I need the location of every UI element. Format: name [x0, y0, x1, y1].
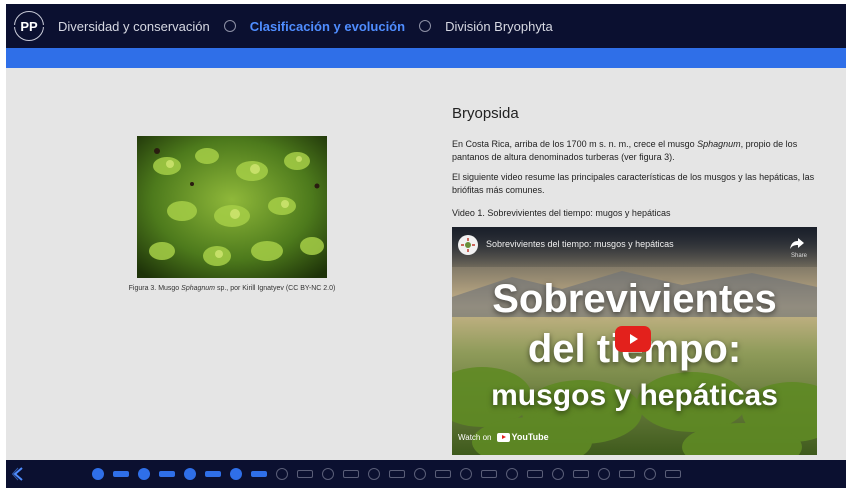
youtube-video-player[interactable]: Sobrevivientes del tiempo: musgos y hepá…: [452, 227, 817, 455]
video-headline-line1: Sobrevivientes: [492, 277, 777, 321]
back-chevron-icon[interactable]: [12, 467, 26, 481]
progress-step-dot[interactable]: [552, 468, 564, 480]
progress-step-dash[interactable]: [665, 470, 681, 478]
breadcrumb-clasificacion[interactable]: Clasificación y evolución: [250, 19, 405, 34]
progress-step-dot[interactable]: [460, 468, 472, 480]
progress-step-dash[interactable]: [619, 470, 635, 478]
figure-caption: Figura 3. Musgo Sphagnum sp., por Kirill…: [128, 285, 336, 292]
video-headline-line3: musgos y hepáticas: [491, 379, 778, 412]
channel-avatar-icon[interactable]: [458, 235, 478, 255]
breadcrumb-diversidad[interactable]: Diversidad y conservación: [58, 19, 210, 34]
sphagnum-moss-photo: [137, 136, 327, 278]
logo[interactable]: PP: [11, 11, 47, 41]
paragraph-sphagnum: En Costa Rica, arriba de los 1700 m s. n…: [452, 139, 798, 162]
top-navigation: PP Diversidad y conservación Clasificaci…: [6, 4, 846, 48]
youtube-label: YouTube: [511, 432, 549, 442]
progress-step-dot[interactable]: [368, 468, 380, 480]
progress-step-dash[interactable]: [251, 471, 267, 477]
progress-step-dash[interactable]: [113, 471, 129, 477]
bottom-navigation: [6, 460, 846, 488]
play-icon: [630, 334, 638, 344]
share-icon[interactable]: [789, 235, 805, 251]
youtube-logo-icon: [496, 432, 510, 442]
progress-step-dot[interactable]: [644, 468, 656, 480]
progress-step-dash[interactable]: [343, 470, 359, 478]
progress-step-dot[interactable]: [92, 468, 104, 480]
video-title[interactable]: Sobrevivientes del tiempo: musgos y hepá…: [486, 239, 674, 249]
progress-step-dash[interactable]: [435, 470, 451, 478]
progress-step-dot[interactable]: [138, 468, 150, 480]
progress-indicator: [92, 460, 690, 488]
progress-step-dash[interactable]: [573, 470, 589, 478]
progress-step-dot[interactable]: [184, 468, 196, 480]
progress-step-dot[interactable]: [506, 468, 518, 480]
play-button[interactable]: [615, 326, 651, 352]
breadcrumb-separator-icon: [419, 20, 432, 32]
section-heading: Bryopsida: [452, 105, 519, 122]
progress-step-dot[interactable]: [414, 468, 426, 480]
breadcrumb-separator-icon: [223, 20, 236, 32]
progress-step-dash[interactable]: [297, 470, 313, 478]
progress-step-dash[interactable]: [481, 470, 497, 478]
progress-step-dash[interactable]: [205, 471, 221, 477]
breadcrumb-bryophyta[interactable]: División Bryophyta: [445, 19, 553, 34]
app-frame: PP Diversidad y conservación Clasificaci…: [6, 4, 846, 488]
progress-step-dot[interactable]: [598, 468, 610, 480]
watch-on-youtube[interactable]: Watch on YouTube: [458, 432, 549, 442]
video-label: Video 1. Sobrevivientes del tiempo: mugo…: [452, 208, 671, 218]
share-label: Share: [790, 253, 807, 259]
progress-step-dot[interactable]: [322, 468, 334, 480]
progress-step-dash[interactable]: [159, 471, 175, 477]
watch-on-label: Watch on: [458, 432, 492, 442]
logo-text: PP: [20, 18, 38, 34]
header-band: [6, 48, 846, 68]
progress-step-dot[interactable]: [276, 468, 288, 480]
paragraph-video-intro: El siguiente video resume las principale…: [452, 172, 815, 195]
progress-step-dash[interactable]: [527, 470, 543, 478]
progress-step-dash[interactable]: [389, 470, 405, 478]
progress-step-dot[interactable]: [230, 468, 242, 480]
